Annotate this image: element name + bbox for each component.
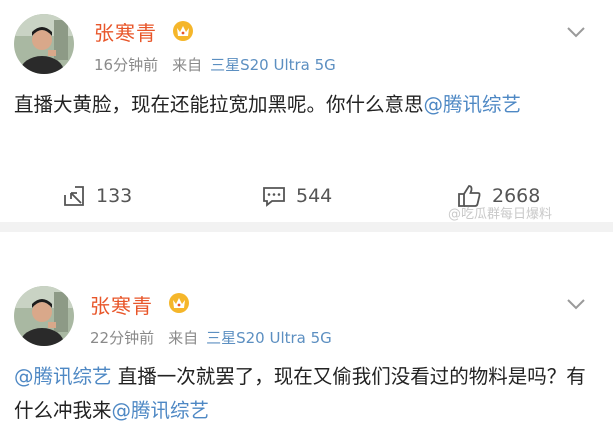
comment-button[interactable]: 544 [262,180,332,212]
weibo-post-1: 张寒青 16分钟前 来自 三星S20 Ultra 5G 直播大黄脸，现在还能拉宽加黑… [0,0,613,222]
crown-badge-icon [168,292,190,314]
post-meta: 16分钟前 来自 三星S20 Ultra 5G [94,54,336,75]
comment-icon [263,187,285,207]
mention-link[interactable]: @腾讯综艺 [424,93,522,116]
watermark: @吃瓜群每日爆料 [448,207,553,222]
device-link[interactable]: 三星S20 Ultra 5G [210,56,336,74]
repost-button[interactable]: 133 [62,180,132,212]
username[interactable]: 张寒青 [94,17,157,46]
post-time: 22分钟前 [90,329,155,347]
chevron-down-icon[interactable] [566,24,586,38]
username[interactable]: 张寒青 [90,290,153,319]
from-label: 来自 [172,56,203,74]
post-meta: 22分钟前 来自 三星S20 Ultra 5G [90,327,332,348]
post-time: 16分钟前 [94,56,159,74]
crown-badge-icon [172,20,194,42]
device-link[interactable]: 三星S20 Ultra 5G [206,329,332,347]
avatar[interactable] [14,286,74,346]
chevron-down-icon[interactable] [566,296,586,310]
comment-count: 544 [296,185,333,207]
post-body: 直播大黄脸，现在还能拉宽加黑呢。你什么意思 [14,93,424,116]
repost-count: 133 [96,185,133,207]
weibo-post-2: 张寒青 22分钟前 来自 三星S20 Ultra 5G @腾讯综艺 直播一次就罢了，… [0,232,613,440]
mention-link[interactable]: @腾讯综艺 [14,365,112,388]
repost-icon [64,186,84,206]
mention-link[interactable]: @腾讯综艺 [112,399,210,422]
avatar[interactable] [14,14,74,74]
from-label: 来自 [168,329,199,347]
post-text: 直播大黄脸，现在还能拉宽加黑呢。你什么意思@腾讯综艺 [14,88,599,122]
post-text: @腾讯综艺 直播一次就罢了，现在又偷我们没看过的物料是吗？有什么冲我来@腾讯综艺 [14,360,599,428]
post-separator [0,222,613,232]
